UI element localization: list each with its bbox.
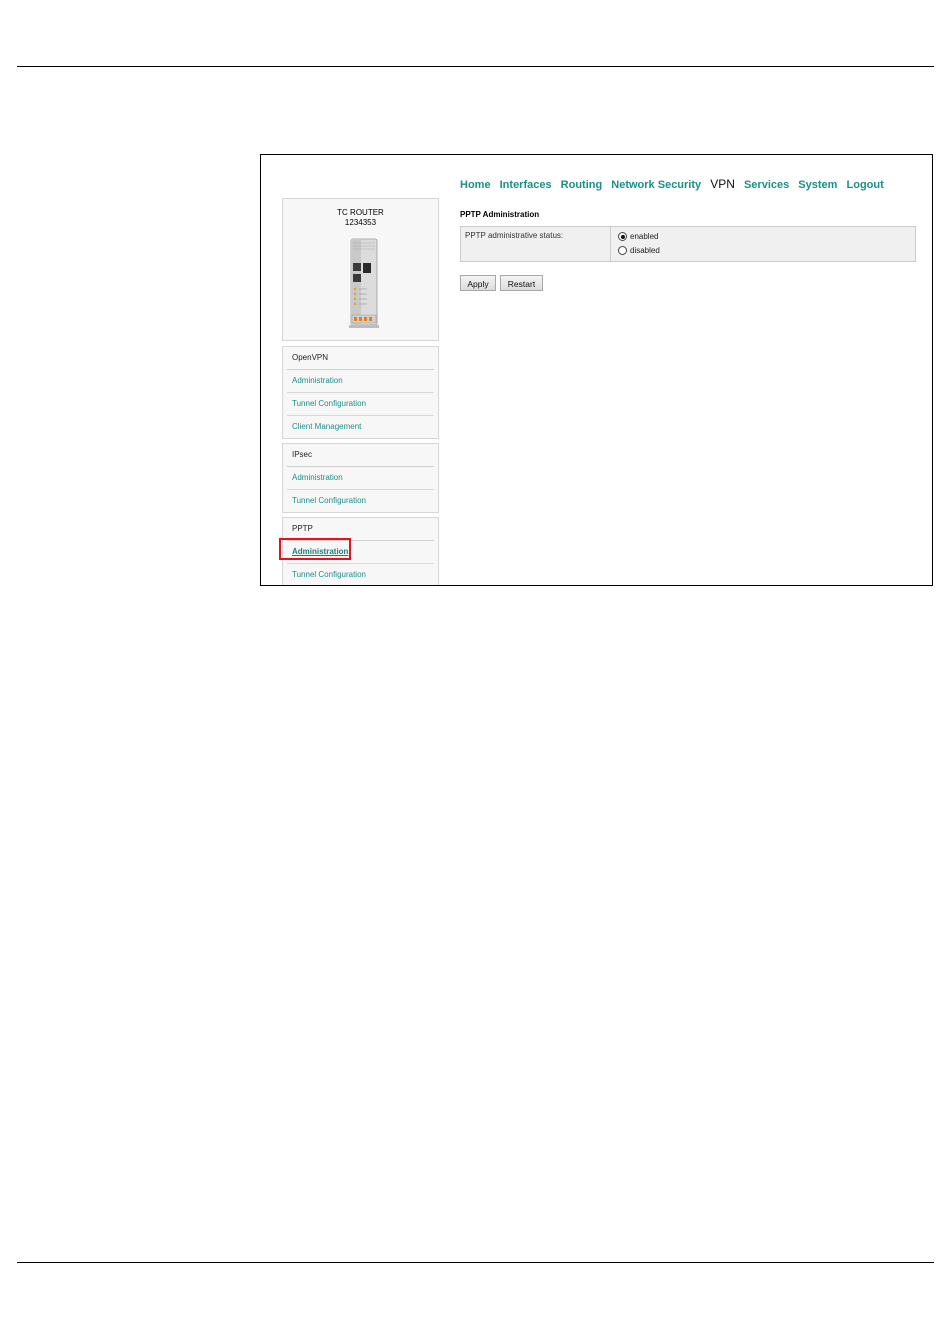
radio-checked-icon[interactable] [618,232,627,241]
radio-unchecked-icon[interactable] [618,246,627,255]
status-label: PPTP administrative status: [465,231,564,240]
device-serial: 1234353 [344,218,377,227]
sidebar-group-ipsec: IPsec Administration Tunnel Configuratio… [282,443,439,513]
router-device-icon [349,238,379,328]
sidebar-item-openvpn-administration[interactable]: Administration [287,370,434,393]
radio-disabled-label: disabled [630,246,660,255]
table-divider [610,227,611,261]
nav-routing[interactable]: Routing [561,179,603,191]
nav-logout[interactable]: Logout [847,179,884,191]
device-card: TC ROUTER 1234353 [282,198,439,341]
sidebar-group-title: OpenVPN [287,347,434,370]
restart-button[interactable]: Restart [500,275,543,291]
sidebar-item-ipsec-administration[interactable]: Administration [287,467,434,490]
router-web-ui-screenshot: Home Interfaces Routing Network Security… [260,154,933,586]
sidebar-item-openvpn-client-management[interactable]: Client Management [287,416,434,438]
device-name: TC ROUTER [337,208,384,217]
top-rule [17,66,934,67]
radio-disabled[interactable]: disabled [618,246,660,255]
nav-vpn[interactable]: VPN [710,177,735,191]
radio-enabled-label: enabled [630,232,659,241]
sidebar-group-title: IPsec [287,444,434,467]
nav-home[interactable]: Home [460,179,491,191]
nav-system[interactable]: System [798,179,837,191]
highlight-annotation-box [279,538,351,560]
sidebar-group-openvpn: OpenVPN Administration Tunnel Configurat… [282,346,439,439]
main-nav: Home Interfaces Routing Network Security… [460,177,890,191]
sidebar-item-pptp-tunnel-configuration[interactable]: Tunnel Configuration [287,564,434,585]
sidebar-item-ipsec-tunnel-configuration[interactable]: Tunnel Configuration [287,490,434,512]
nav-interfaces[interactable]: Interfaces [500,179,552,191]
nav-services[interactable]: Services [744,179,789,191]
page-title: PPTP Administration [460,210,540,219]
settings-table: PPTP administrative status: enabled disa… [460,226,916,262]
radio-enabled[interactable]: enabled [618,232,658,241]
bottom-rule [17,1262,934,1263]
device-label: TC ROUTER 1234353 [283,208,438,228]
sidebar-item-openvpn-tunnel-configuration[interactable]: Tunnel Configuration [287,393,434,416]
apply-button[interactable]: Apply [460,275,496,291]
nav-network-security[interactable]: Network Security [611,179,701,191]
